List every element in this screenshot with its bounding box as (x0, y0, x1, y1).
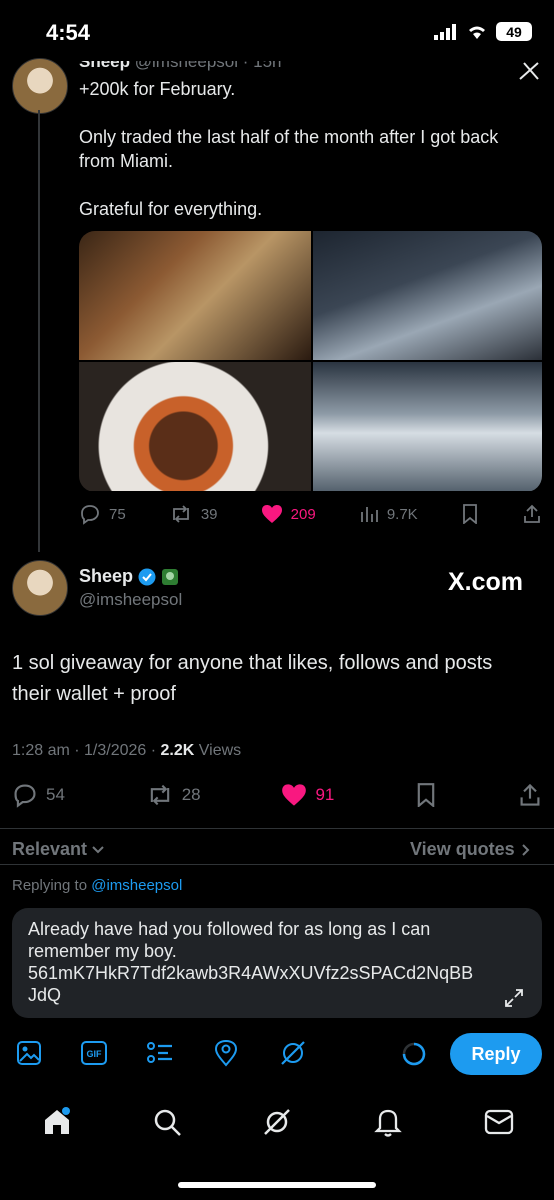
tweet-line: from Miami. (79, 151, 173, 171)
like-count: 91 (315, 785, 335, 804)
bookmark-icon (461, 504, 479, 524)
draft-line: JdQ (28, 985, 62, 1005)
tweet-meta: 1:28 am · 1/3/2026 · 2.2K Views (12, 742, 241, 760)
battery-indicator: 49 (496, 22, 532, 41)
sort-relevant-button[interactable]: Relevant (12, 839, 105, 860)
tweet-timestamp[interactable]: 1:28 am · 1/3/2026 · (12, 742, 161, 759)
share-icon (522, 504, 542, 524)
location-icon[interactable] (213, 1039, 239, 1067)
expand-icon[interactable] (504, 988, 524, 1008)
repost-action[interactable]: 39 (169, 503, 218, 525)
tweet-line (79, 101, 544, 125)
reply-button[interactable]: Reply (450, 1033, 542, 1075)
photo-grid (79, 231, 542, 492)
search-icon[interactable] (152, 1107, 182, 1137)
author-handle-time[interactable]: @imsheepsol · 15h (135, 61, 282, 71)
draft-line: Already have had you followed for as lon… (28, 919, 431, 939)
svg-text:GIF: GIF (87, 1049, 103, 1059)
tweet-line: Grateful for everything. (79, 199, 263, 219)
verified-badge-icon (138, 568, 156, 586)
views-count: 9.7K (386, 505, 418, 523)
repost-count: 28 (181, 785, 201, 804)
bookmark-action[interactable] (461, 504, 479, 524)
bookmark-action[interactable] (415, 783, 437, 807)
character-counter-ring (401, 1041, 427, 1067)
views-count: 2.2K (160, 742, 195, 759)
sort-label: Relevant (12, 839, 88, 859)
like-action[interactable]: 91 (281, 783, 334, 807)
author-handle[interactable]: @imsheepsol (79, 590, 182, 610)
thread-line (38, 110, 40, 552)
views-label: Views (194, 742, 242, 759)
like-count: 209 (290, 505, 316, 523)
grok-tab-icon[interactable] (262, 1107, 292, 1137)
repost-icon (146, 782, 174, 808)
parent-tweet-text: +200k for February. Only traded the last… (79, 77, 544, 221)
signal-icon (434, 23, 458, 40)
repost-icon (169, 503, 193, 525)
share-icon (518, 783, 542, 807)
tweet-line: Only traded the last half of the month a… (79, 127, 499, 147)
draft-line: 561mK7HkR7Tdf2kawb3R4AWxXUVfz2sSPACd2NqB… (28, 963, 474, 983)
reply-action[interactable]: 75 (79, 503, 126, 525)
heart-filled-icon (261, 504, 283, 524)
xcom-watermark: X.com (448, 568, 524, 596)
photo-dessert[interactable] (79, 362, 311, 491)
reply-icon (12, 782, 38, 808)
poll-icon[interactable] (146, 1040, 174, 1066)
like-action[interactable]: 209 (261, 504, 316, 524)
mail-icon[interactable] (484, 1108, 514, 1136)
photo-steak-dinner[interactable] (79, 231, 311, 360)
chevron-right-icon (521, 843, 531, 857)
reply-count: 75 (109, 505, 126, 523)
reply-icon (79, 503, 101, 525)
home-icon[interactable] (42, 1106, 72, 1136)
avatar[interactable] (12, 560, 68, 616)
photo-ocean-waves[interactable] (313, 362, 542, 491)
main-tweet-text: 1 sol giveaway for anyone that likes, fo… (12, 648, 492, 710)
image-icon[interactable] (16, 1040, 42, 1066)
replying-to-handle[interactable]: @imsheepsol (91, 877, 182, 894)
grok-icon[interactable] (279, 1040, 307, 1066)
reply-textarea[interactable]: Already have had you followed for as lon… (12, 908, 542, 1018)
gif-icon[interactable]: GIF (80, 1040, 108, 1066)
share-action[interactable] (518, 783, 542, 807)
divider (0, 828, 554, 829)
repost-action[interactable]: 28 (146, 782, 201, 808)
main-tweet-actions: 54 28 91 (12, 782, 542, 808)
photo-desk-setup[interactable] (313, 231, 542, 360)
wifi-icon (466, 24, 488, 40)
chevron-down-icon (91, 845, 105, 855)
affiliate-badge-icon (161, 568, 179, 586)
views-icon (359, 504, 379, 524)
view-quotes-link[interactable]: View quotes (410, 839, 531, 860)
replying-to: Replying to @imsheepsol (12, 877, 182, 894)
share-action[interactable] (522, 504, 542, 524)
reply-count: 54 (46, 785, 65, 804)
tweet-line: 1 sol giveaway for anyone that likes, fo… (12, 652, 493, 674)
divider (0, 864, 554, 865)
views-action[interactable]: 9.7K (359, 504, 418, 524)
heart-filled-icon (281, 783, 307, 807)
status-icons: 49 (434, 22, 532, 41)
tweet-line (79, 173, 544, 197)
avatar[interactable] (12, 58, 68, 114)
bookmark-icon (415, 783, 437, 807)
parent-tweet-header: Sheep @imsheepsol · 15h (79, 61, 282, 72)
repost-count: 39 (200, 505, 218, 523)
view-quotes-label: View quotes (410, 839, 515, 859)
author-name[interactable]: Sheep (79, 566, 133, 587)
home-indicator (178, 1182, 376, 1188)
reply-action[interactable]: 54 (12, 782, 65, 808)
main-author-row: Sheep (79, 566, 179, 587)
parent-tweet-actions: 75 39 209 9.7K (79, 503, 542, 525)
draft-line: remember my boy. (28, 941, 177, 961)
author-name[interactable]: Sheep (79, 61, 130, 71)
replying-to-prefix: Replying to (12, 877, 92, 894)
status-time: 4:54 (46, 20, 91, 45)
tweet-line: their wallet + proof (12, 683, 176, 705)
bell-icon[interactable] (373, 1106, 403, 1138)
tweet-line: +200k for February. (79, 79, 236, 99)
